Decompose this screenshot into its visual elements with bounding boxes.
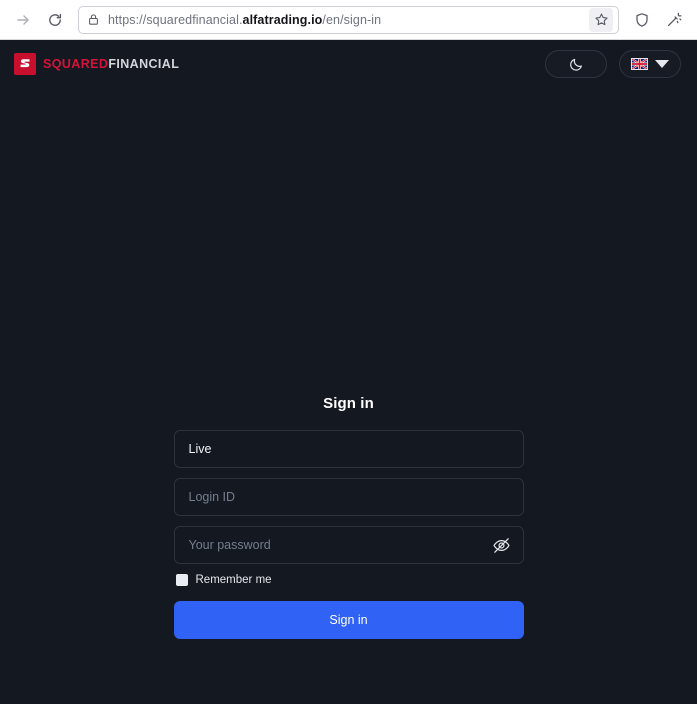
login-id-placeholder: Login ID bbox=[188, 490, 236, 504]
bookmark-button[interactable] bbox=[589, 7, 613, 32]
url-host: alfatrading.io bbox=[242, 12, 323, 27]
reload-button[interactable] bbox=[40, 5, 70, 35]
relay-mask-button[interactable] bbox=[659, 5, 689, 35]
brand-primary: SQUARED bbox=[43, 56, 109, 71]
brand-mark-icon bbox=[14, 53, 36, 75]
toggle-password-visibility-button[interactable] bbox=[491, 534, 513, 556]
shield-icon bbox=[636, 12, 648, 27]
brand-secondary: FINANCIAL bbox=[108, 56, 180, 71]
remember-me-checkbox[interactable] bbox=[175, 574, 188, 586]
login-id-field[interactable]: Login ID bbox=[173, 478, 524, 516]
arrow-right-icon bbox=[17, 14, 29, 25]
language-selector[interactable] bbox=[619, 50, 681, 78]
brand-logo[interactable]: SQUAREDFINANCIAL bbox=[14, 53, 179, 75]
chevron-down-icon bbox=[655, 60, 669, 68]
sign-in-button[interactable]: Sign in bbox=[173, 601, 524, 639]
tracking-protection-button[interactable] bbox=[627, 5, 657, 35]
page-title: Sign in bbox=[323, 395, 374, 412]
star-icon bbox=[594, 13, 608, 26]
moon-icon bbox=[569, 58, 582, 71]
account-type-value: Live bbox=[188, 442, 212, 456]
url-prefix: https://squaredfinancial. bbox=[108, 12, 243, 27]
browser-toolbar: https://squaredfinancial.alfatrading.io/… bbox=[0, 0, 697, 40]
account-type-select[interactable]: Live bbox=[173, 430, 524, 468]
eye-off-icon bbox=[493, 537, 510, 553]
url-path: /en/sign-in bbox=[322, 12, 382, 27]
theme-toggle-button[interactable] bbox=[545, 50, 607, 78]
url-text: https://squaredfinancial.alfatrading.io/… bbox=[108, 13, 581, 27]
forward-button[interactable] bbox=[8, 5, 38, 35]
sign-in-form: Sign in Live Login ID Your password Reme… bbox=[0, 395, 697, 639]
remember-me-row[interactable]: Remember me bbox=[174, 574, 524, 586]
lock-icon bbox=[87, 13, 100, 26]
password-placeholder: Your password bbox=[188, 538, 271, 552]
page-body: SQUAREDFINANCIAL Sign in Live Login ID Y… bbox=[0, 40, 697, 704]
uk-flag-icon bbox=[631, 58, 648, 70]
remember-me-label: Remember me bbox=[195, 574, 272, 586]
magic-wand-icon bbox=[667, 12, 682, 26]
address-bar[interactable]: https://squaredfinancial.alfatrading.io/… bbox=[78, 5, 619, 34]
site-header: SQUAREDFINANCIAL bbox=[0, 40, 697, 88]
brand-text: SQUAREDFINANCIAL bbox=[43, 58, 179, 71]
reload-icon bbox=[49, 13, 62, 26]
password-field[interactable]: Your password bbox=[173, 526, 524, 564]
header-controls bbox=[545, 50, 681, 78]
